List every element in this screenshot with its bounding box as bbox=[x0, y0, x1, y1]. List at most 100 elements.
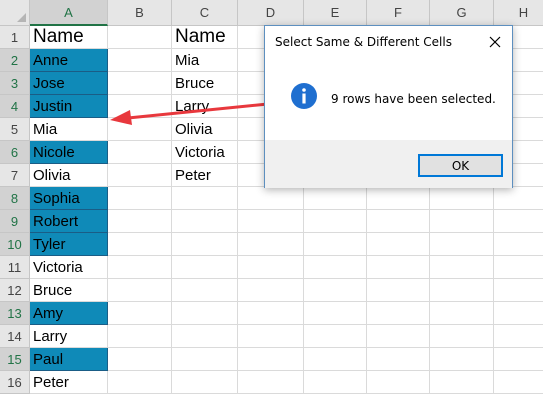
cell-b15[interactable] bbox=[108, 348, 172, 371]
cell-a4[interactable]: Justin bbox=[30, 95, 108, 118]
cell-b12[interactable] bbox=[108, 279, 172, 302]
ok-button[interactable]: OK bbox=[418, 154, 503, 177]
column-header-h[interactable]: H bbox=[494, 0, 543, 26]
cell-b2[interactable] bbox=[108, 49, 172, 72]
cell-e10[interactable] bbox=[304, 233, 367, 256]
cell-f8[interactable] bbox=[367, 187, 430, 210]
cell-c14[interactable] bbox=[172, 325, 238, 348]
cell-b7[interactable] bbox=[108, 164, 172, 187]
cell-f16[interactable] bbox=[367, 371, 430, 394]
cell-f15[interactable] bbox=[367, 348, 430, 371]
row-header-8[interactable]: 8 bbox=[0, 187, 30, 210]
cell-a5[interactable]: Mia bbox=[30, 118, 108, 141]
cell-e8[interactable] bbox=[304, 187, 367, 210]
cell-b14[interactable] bbox=[108, 325, 172, 348]
cell-a8[interactable]: Sophia bbox=[30, 187, 108, 210]
cell-d13[interactable] bbox=[238, 302, 304, 325]
cell-g12[interactable] bbox=[430, 279, 494, 302]
cell-g8[interactable] bbox=[430, 187, 494, 210]
cell-g9[interactable] bbox=[430, 210, 494, 233]
cell-a3[interactable]: Jose bbox=[30, 72, 108, 95]
cell-a12[interactable]: Bruce bbox=[30, 279, 108, 302]
column-header-f[interactable]: F bbox=[367, 0, 430, 26]
row-header-13[interactable]: 13 bbox=[0, 302, 30, 325]
cell-h16[interactable] bbox=[494, 371, 543, 394]
cell-e11[interactable] bbox=[304, 256, 367, 279]
cell-c15[interactable] bbox=[172, 348, 238, 371]
cell-e12[interactable] bbox=[304, 279, 367, 302]
cell-c9[interactable] bbox=[172, 210, 238, 233]
cell-d9[interactable] bbox=[238, 210, 304, 233]
cell-d15[interactable] bbox=[238, 348, 304, 371]
row-header-10[interactable]: 10 bbox=[0, 233, 30, 256]
row-header-16[interactable]: 16 bbox=[0, 371, 30, 394]
row-header-12[interactable]: 12 bbox=[0, 279, 30, 302]
cell-e15[interactable] bbox=[304, 348, 367, 371]
cell-c3[interactable]: Bruce bbox=[172, 72, 238, 95]
cell-f14[interactable] bbox=[367, 325, 430, 348]
cell-a6[interactable]: Nicole bbox=[30, 141, 108, 164]
row-header-11[interactable]: 11 bbox=[0, 256, 30, 279]
cell-c10[interactable] bbox=[172, 233, 238, 256]
cell-d8[interactable] bbox=[238, 187, 304, 210]
cell-b10[interactable] bbox=[108, 233, 172, 256]
cell-a15[interactable]: Paul bbox=[30, 348, 108, 371]
cell-b11[interactable] bbox=[108, 256, 172, 279]
cell-h8[interactable] bbox=[494, 187, 543, 210]
cell-h15[interactable] bbox=[494, 348, 543, 371]
cell-g11[interactable] bbox=[430, 256, 494, 279]
cell-g13[interactable] bbox=[430, 302, 494, 325]
cell-f10[interactable] bbox=[367, 233, 430, 256]
cell-c13[interactable] bbox=[172, 302, 238, 325]
cell-c11[interactable] bbox=[172, 256, 238, 279]
cell-a14[interactable]: Larry bbox=[30, 325, 108, 348]
row-header-9[interactable]: 9 bbox=[0, 210, 30, 233]
cell-a2[interactable]: Anne bbox=[30, 49, 108, 72]
cell-f11[interactable] bbox=[367, 256, 430, 279]
cell-c2[interactable]: Mia bbox=[172, 49, 238, 72]
close-button[interactable] bbox=[482, 30, 508, 54]
cell-e13[interactable] bbox=[304, 302, 367, 325]
cell-h14[interactable] bbox=[494, 325, 543, 348]
cell-g16[interactable] bbox=[430, 371, 494, 394]
cell-c6[interactable]: Victoria bbox=[172, 141, 238, 164]
cell-h10[interactable] bbox=[494, 233, 543, 256]
cell-c7[interactable]: Peter bbox=[172, 164, 238, 187]
cell-a16[interactable]: Peter bbox=[30, 371, 108, 394]
column-header-g[interactable]: G bbox=[430, 0, 494, 26]
row-header-3[interactable]: 3 bbox=[0, 72, 30, 95]
cell-b6[interactable] bbox=[108, 141, 172, 164]
cell-b16[interactable] bbox=[108, 371, 172, 394]
cell-c1[interactable]: Name bbox=[172, 26, 238, 49]
row-header-7[interactable]: 7 bbox=[0, 164, 30, 187]
cell-g10[interactable] bbox=[430, 233, 494, 256]
row-header-4[interactable]: 4 bbox=[0, 95, 30, 118]
column-header-a[interactable]: A bbox=[30, 0, 108, 26]
cell-c16[interactable] bbox=[172, 371, 238, 394]
cell-f13[interactable] bbox=[367, 302, 430, 325]
select-all-corner[interactable] bbox=[0, 0, 30, 26]
cell-c8[interactable] bbox=[172, 187, 238, 210]
column-header-c[interactable]: C bbox=[172, 0, 238, 26]
cell-h9[interactable] bbox=[494, 210, 543, 233]
cell-a1[interactable]: Name bbox=[30, 26, 108, 49]
cell-g14[interactable] bbox=[430, 325, 494, 348]
cell-e14[interactable] bbox=[304, 325, 367, 348]
cell-e16[interactable] bbox=[304, 371, 367, 394]
cell-h12[interactable] bbox=[494, 279, 543, 302]
column-header-e[interactable]: E bbox=[304, 0, 367, 26]
cell-b1[interactable] bbox=[108, 26, 172, 49]
cell-d10[interactable] bbox=[238, 233, 304, 256]
cell-a7[interactable]: Olivia bbox=[30, 164, 108, 187]
cell-c12[interactable] bbox=[172, 279, 238, 302]
row-header-1[interactable]: 1 bbox=[0, 26, 30, 49]
cell-a10[interactable]: Tyler bbox=[30, 233, 108, 256]
cell-b8[interactable] bbox=[108, 187, 172, 210]
cell-b3[interactable] bbox=[108, 72, 172, 95]
row-header-2[interactable]: 2 bbox=[0, 49, 30, 72]
cell-a11[interactable]: Victoria bbox=[30, 256, 108, 279]
row-header-15[interactable]: 15 bbox=[0, 348, 30, 371]
cell-d11[interactable] bbox=[238, 256, 304, 279]
cell-b9[interactable] bbox=[108, 210, 172, 233]
cell-d12[interactable] bbox=[238, 279, 304, 302]
